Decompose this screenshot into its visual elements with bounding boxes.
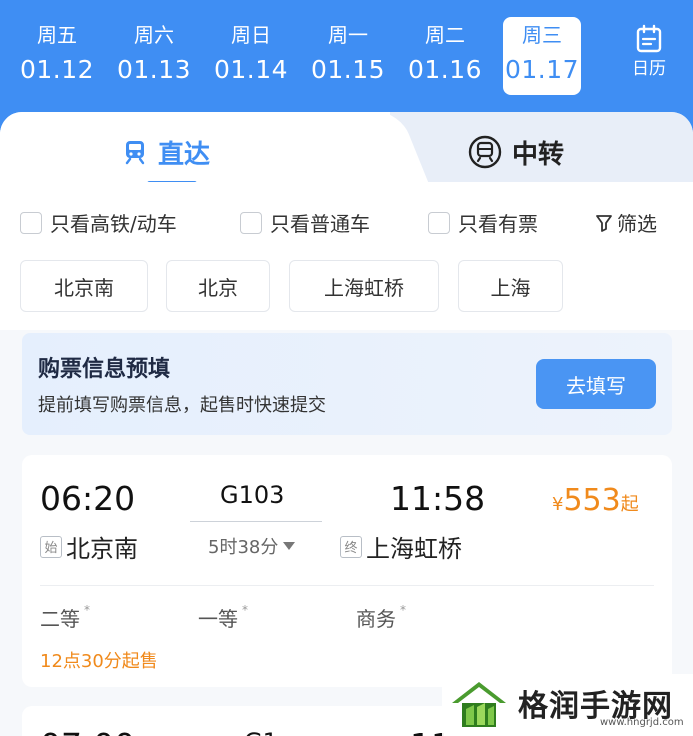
caret-down-icon	[283, 542, 296, 550]
filter-high-speed[interactable]: 只看高铁/动车	[20, 208, 177, 237]
seat-marker: *	[242, 603, 248, 617]
filter-high-speed-label: 只看高铁/动车	[50, 212, 177, 236]
date-weekday: 周日	[231, 23, 271, 47]
arrival-station: 终 上海虹桥	[340, 529, 462, 564]
filter-available[interactable]: 只看有票	[428, 208, 538, 237]
price-value: 553	[563, 483, 621, 518]
prefill-banner: 购票信息预填 提前填写购票信息，起售时快速提交 去填写	[22, 333, 672, 435]
station-chip-label: 北京南	[54, 275, 114, 300]
prefill-title: 购票信息预填	[38, 357, 171, 382]
price-suffix: 起	[620, 494, 639, 515]
calendar-icon	[636, 24, 662, 53]
origin-tag: 始	[40, 535, 62, 558]
date-value: 01.12	[19, 55, 95, 84]
station-chip-shanghai[interactable]: 上海	[458, 260, 563, 312]
date-weekday: 周一	[328, 23, 368, 47]
train-number: G103	[220, 481, 285, 509]
seat-label: 一等	[198, 607, 238, 631]
watermark: 格润手游网 www.hngrjd.com	[442, 674, 693, 736]
departure-time: 07:00	[40, 726, 135, 736]
seat-marker: *	[400, 603, 406, 617]
date-item-1[interactable]: 周六 01.13	[115, 20, 193, 94]
date-item-4[interactable]: 周二 01.16	[406, 20, 484, 94]
seat-business-class: 商务 *	[356, 603, 406, 632]
filter-button-label: 筛选	[617, 212, 657, 236]
transfer-train-icon	[468, 135, 502, 169]
prefill-subtitle: 提前填写购票信息，起售时快速提交	[38, 395, 326, 416]
date-weekday: 周五	[37, 23, 77, 47]
arrival-time: 11:58	[390, 479, 486, 518]
station-chip-label: 北京	[198, 275, 238, 300]
filter-normal-label: 只看普通车	[270, 212, 370, 236]
departure-time: 06:20	[40, 479, 136, 518]
date-item-2[interactable]: 周日 01.14	[212, 20, 290, 94]
station-chip-label: 上海	[490, 275, 531, 300]
date-item-0[interactable]: 周五 01.12	[18, 20, 96, 94]
tab-direct-label: 直达	[158, 139, 211, 170]
filter-available-label: 只看有票	[458, 212, 538, 236]
train-route-line	[190, 521, 322, 522]
date-item-3[interactable]: 周一 01.15	[309, 20, 387, 94]
checkbox-available[interactable]	[428, 211, 450, 234]
calendar-label: 日历	[632, 59, 666, 79]
tab-transfer[interactable]: 中转	[468, 132, 564, 172]
terminal-tag: 终	[340, 535, 362, 558]
date-value: 01.13	[116, 55, 192, 84]
date-weekday: 周二	[425, 23, 465, 47]
seat-label: 二等	[40, 607, 80, 631]
card-divider	[40, 585, 654, 586]
date-value: 01.17	[504, 55, 580, 84]
train-icon	[125, 141, 145, 165]
date-item-selected[interactable]: 周三 01.17	[503, 17, 581, 95]
date-weekday: 周六	[134, 23, 174, 47]
station-chip-shanghaihongqiao[interactable]: 上海虹桥	[289, 260, 439, 312]
date-value: 01.16	[407, 55, 483, 84]
duration-text: 5时38分	[208, 537, 279, 558]
tab-direct[interactable]: 直达	[122, 132, 210, 172]
site-logo-icon	[452, 682, 506, 727]
seat-label: 商务	[356, 607, 396, 631]
filter-normal[interactable]: 只看普通车	[240, 208, 370, 237]
date-value: 01.14	[213, 55, 289, 84]
date-value: 01.15	[310, 55, 386, 84]
station-chip-beijing[interactable]: 北京	[166, 260, 270, 312]
prefill-fill-button[interactable]: 去填写	[536, 359, 656, 409]
departure-station: 始 北京南	[40, 529, 138, 564]
funnel-icon	[596, 214, 612, 232]
watermark-text: 格润手游网 www.hngrjd.com	[518, 679, 688, 731]
duration-toggle[interactable]: 5时38分	[208, 533, 296, 559]
price-currency: ¥	[552, 494, 564, 515]
station-chip-label: 上海虹桥	[324, 275, 404, 300]
watermark-url: www.hngrjd.com	[600, 717, 684, 728]
checkbox-normal[interactable]	[240, 211, 262, 234]
departure-station-name: 北京南	[66, 535, 138, 563]
date-weekday: 周三	[522, 23, 562, 47]
seat-second-class: 二等 *	[40, 603, 90, 632]
price: ¥ 553 起	[552, 483, 639, 518]
calendar-button[interactable]: 日历	[618, 22, 680, 82]
train-number: G1	[244, 728, 278, 736]
train-result-card[interactable]: 06:20 G103 11:58 5时38分 始 北京南 终 上海虹桥 ¥ 55…	[22, 455, 672, 687]
filter-button[interactable]: 筛选	[595, 208, 657, 237]
seat-first-class: 一等 *	[198, 603, 248, 632]
station-chip-beijingnan[interactable]: 北京南	[20, 260, 148, 312]
seat-marker: *	[84, 603, 90, 617]
tab-transfer-label: 中转	[512, 139, 565, 170]
checkbox-high-speed[interactable]	[20, 211, 42, 234]
arrival-station-name: 上海虹桥	[366, 535, 462, 563]
sale-start-note: 12点30分起售	[40, 651, 158, 672]
